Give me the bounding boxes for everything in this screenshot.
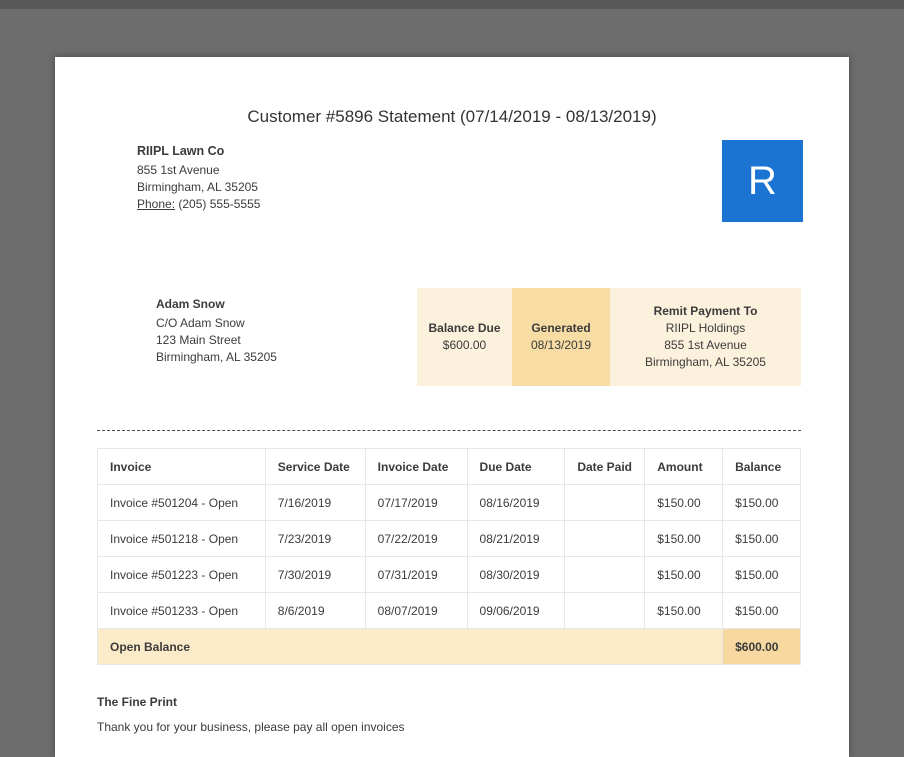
cell-amount: $150.00 bbox=[644, 520, 724, 557]
cell-invoice-date: 07/17/2019 bbox=[364, 484, 468, 521]
balance-due-label: Balance Due bbox=[428, 321, 501, 335]
cell-invoice: Invoice #501204 - Open bbox=[97, 484, 266, 521]
customer-line3: Birmingham, AL 35205 bbox=[156, 350, 277, 364]
customer-info: Adam Snow C/O Adam Snow 123 Main Street … bbox=[156, 296, 277, 366]
generated-label: Generated bbox=[531, 321, 591, 335]
cell-due-date: 09/06/2019 bbox=[466, 592, 566, 629]
remit-payment-cell: Remit Payment To RIIPL Holdings 855 1st … bbox=[610, 288, 801, 386]
company-name: RIIPL Lawn Co bbox=[137, 144, 225, 158]
invoice-table-container: Invoice Service Date Invoice Date Due Da… bbox=[96, 448, 801, 665]
logo-letter: R bbox=[748, 158, 777, 203]
cell-date-paid bbox=[564, 520, 646, 557]
fine-print-text: Thank you for your business, please pay … bbox=[97, 720, 405, 734]
cell-balance: $150.00 bbox=[722, 592, 801, 629]
generated-cell: Generated 08/13/2019 bbox=[512, 288, 610, 386]
cell-date-paid bbox=[564, 592, 646, 629]
header-invoice: Invoice bbox=[97, 448, 266, 485]
generated-value: 08/13/2019 bbox=[530, 338, 592, 352]
cell-due-date: 08/30/2019 bbox=[466, 556, 566, 593]
open-balance-row: Open Balance $600.00 bbox=[96, 628, 801, 665]
header-due-date: Due Date bbox=[466, 448, 566, 485]
company-address-line2: Birmingham, AL 35205 bbox=[137, 180, 258, 194]
cell-amount: $150.00 bbox=[644, 484, 724, 521]
cell-invoice: Invoice #501233 - Open bbox=[97, 592, 266, 629]
dashed-separator bbox=[97, 430, 801, 431]
table-row: Invoice #501223 - Open 7/30/2019 07/31/2… bbox=[97, 556, 801, 593]
cell-date-paid bbox=[564, 484, 646, 521]
cell-invoice: Invoice #501218 - Open bbox=[97, 520, 266, 557]
header-invoice-date: Invoice Date bbox=[364, 448, 468, 485]
company-logo: R bbox=[722, 140, 803, 222]
cell-due-date: 08/21/2019 bbox=[466, 520, 566, 557]
company-address-line1: 855 1st Avenue bbox=[137, 163, 220, 177]
customer-name: Adam Snow bbox=[156, 297, 225, 311]
table-header-row: Invoice Service Date Invoice Date Due Da… bbox=[97, 448, 801, 485]
table-row: Invoice #501218 - Open 7/23/2019 07/22/2… bbox=[97, 520, 801, 557]
header-balance: Balance bbox=[722, 448, 801, 485]
cell-service-date: 7/16/2019 bbox=[264, 484, 366, 521]
invoice-table: Invoice Service Date Invoice Date Due Da… bbox=[96, 448, 801, 665]
statement-page: Customer #5896 Statement (07/14/2019 - 0… bbox=[55, 57, 849, 757]
cell-invoice-date: 08/07/2019 bbox=[364, 592, 468, 629]
remit-name: RIIPL Holdings bbox=[665, 321, 746, 335]
cell-service-date: 7/23/2019 bbox=[264, 520, 366, 557]
cell-invoice-date: 07/31/2019 bbox=[364, 556, 468, 593]
cell-balance: $150.00 bbox=[722, 556, 801, 593]
cell-date-paid bbox=[564, 556, 646, 593]
statement-title: Customer #5896 Statement (07/14/2019 - 0… bbox=[247, 107, 657, 126]
header-service-date: Service Date bbox=[264, 448, 366, 485]
cell-service-date: 7/30/2019 bbox=[264, 556, 366, 593]
viewer-top-edge bbox=[0, 0, 904, 9]
table-row: Invoice #501233 - Open 8/6/2019 08/07/20… bbox=[97, 592, 801, 629]
remit-address2: Birmingham, AL 35205 bbox=[645, 355, 766, 369]
cell-balance: $150.00 bbox=[722, 520, 801, 557]
company-phone-line: Phone: (205) 555-5555 bbox=[137, 196, 260, 213]
balance-due-cell: Balance Due $600.00 bbox=[417, 288, 512, 386]
customer-line1: C/O Adam Snow bbox=[156, 316, 245, 330]
cell-amount: $150.00 bbox=[644, 556, 724, 593]
table-row: Invoice #501204 - Open 7/16/2019 07/17/2… bbox=[97, 484, 801, 521]
balance-due-value: $600.00 bbox=[442, 338, 487, 352]
header-date-paid: Date Paid bbox=[564, 448, 646, 485]
customer-line2: 123 Main Street bbox=[156, 333, 241, 347]
fine-print-title: The Fine Print bbox=[97, 695, 178, 709]
cell-amount: $150.00 bbox=[644, 592, 724, 629]
company-info: RIIPL Lawn Co 855 1st Avenue Birmingham,… bbox=[137, 143, 260, 213]
cell-service-date: 8/6/2019 bbox=[264, 592, 366, 629]
open-balance-value: $600.00 bbox=[722, 628, 801, 665]
open-balance-label: Open Balance bbox=[96, 628, 724, 665]
header-amount: Amount bbox=[644, 448, 724, 485]
summary-box: Balance Due $600.00 Generated 08/13/2019… bbox=[417, 288, 801, 386]
cell-invoice: Invoice #501223 - Open bbox=[97, 556, 266, 593]
remit-address1: 855 1st Avenue bbox=[664, 338, 747, 352]
phone-number: (205) 555-5555 bbox=[178, 197, 261, 211]
remit-label: Remit Payment To bbox=[653, 304, 758, 318]
cell-balance: $150.00 bbox=[722, 484, 801, 521]
cell-invoice-date: 07/22/2019 bbox=[364, 520, 468, 557]
cell-due-date: 08/16/2019 bbox=[466, 484, 566, 521]
phone-label: Phone: bbox=[137, 197, 176, 211]
